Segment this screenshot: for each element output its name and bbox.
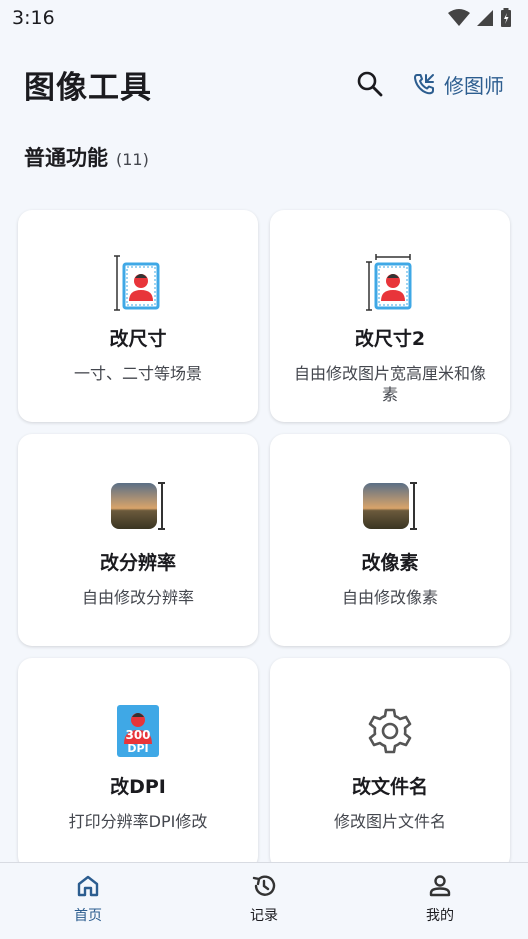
card-desc: 自由修改分辨率 <box>81 588 194 607</box>
card-title: 改像素 <box>361 552 419 574</box>
card-desc: 一寸、二寸等场景 <box>73 364 202 383</box>
id-photo-icon <box>361 254 419 312</box>
nav-profile[interactable]: 我的 <box>352 863 528 939</box>
status-time: 3:16 <box>12 7 55 29</box>
signal-icon <box>477 10 493 26</box>
search-button[interactable] <box>348 62 392 106</box>
dpi-300-icon: 300 DPI <box>109 702 167 760</box>
status-bar: 3:16 <box>0 0 528 36</box>
status-icons <box>448 8 512 28</box>
card-title: 改DPI <box>110 776 166 798</box>
card-title: 改尺寸2 <box>354 328 426 350</box>
bottom-nav: 首页 记录 我的 <box>0 862 528 939</box>
card-title: 改分辨率 <box>99 552 176 574</box>
section-count: (11) <box>116 150 149 169</box>
nav-home[interactable]: 首页 <box>0 863 176 939</box>
battery-icon <box>501 8 511 27</box>
dpi-number: 300 <box>125 728 150 742</box>
id-photo-icon <box>109 254 167 312</box>
gear-icon <box>361 702 419 760</box>
search-icon <box>357 71 383 97</box>
nav-label: 首页 <box>74 908 102 924</box>
card-resolution[interactable]: 改分辨率 自由修改分辨率 <box>18 434 258 646</box>
card-pixels[interactable]: 改像素 自由修改像素 <box>270 434 510 646</box>
card-title: 改文件名 <box>351 776 428 798</box>
wifi-icon <box>448 9 470 26</box>
card-desc: 自由修改像素 <box>341 588 438 607</box>
landscape-resize-icon <box>109 478 167 536</box>
card-desc: 修改图片文件名 <box>333 812 446 831</box>
card-dpi[interactable]: 300 DPI 改DPI 打印分辨率DPI修改 <box>18 658 258 870</box>
history-icon <box>252 875 276 896</box>
section-title: 普通功能 <box>24 146 108 170</box>
landscape-resize-icon <box>361 478 419 536</box>
nav-label: 记录 <box>250 908 278 924</box>
phone-callback-icon <box>414 74 434 95</box>
app-header: 图像工具 修图师 <box>0 56 528 112</box>
card-desc: 自由修改图片宽高厘米和像素 <box>293 364 486 404</box>
card-resize[interactable]: 改尺寸 一寸、二寸等场景 <box>18 210 258 422</box>
feature-grid: 改尺寸 一寸、二寸等场景 改尺寸2 自由修改图片宽高厘米和像素 改分辨率 自由修… <box>18 210 511 870</box>
home-icon <box>77 875 99 897</box>
nav-history[interactable]: 记录 <box>176 863 352 939</box>
dpi-unit: DPI <box>127 742 148 755</box>
card-desc: 打印分辨率DPI修改 <box>68 812 208 831</box>
retoucher-button[interactable]: 修图师 <box>412 70 504 99</box>
card-title: 改尺寸 <box>109 328 167 350</box>
page-title: 图像工具 <box>24 69 152 106</box>
retoucher-label: 修图师 <box>444 73 504 98</box>
card-resize-2[interactable]: 改尺寸2 自由修改图片宽高厘米和像素 <box>270 210 510 422</box>
card-rename[interactable]: 改文件名 修改图片文件名 <box>270 658 510 870</box>
section-header: 普通功能 (11) <box>24 142 149 172</box>
person-icon <box>429 875 451 897</box>
nav-label: 我的 <box>426 908 454 924</box>
